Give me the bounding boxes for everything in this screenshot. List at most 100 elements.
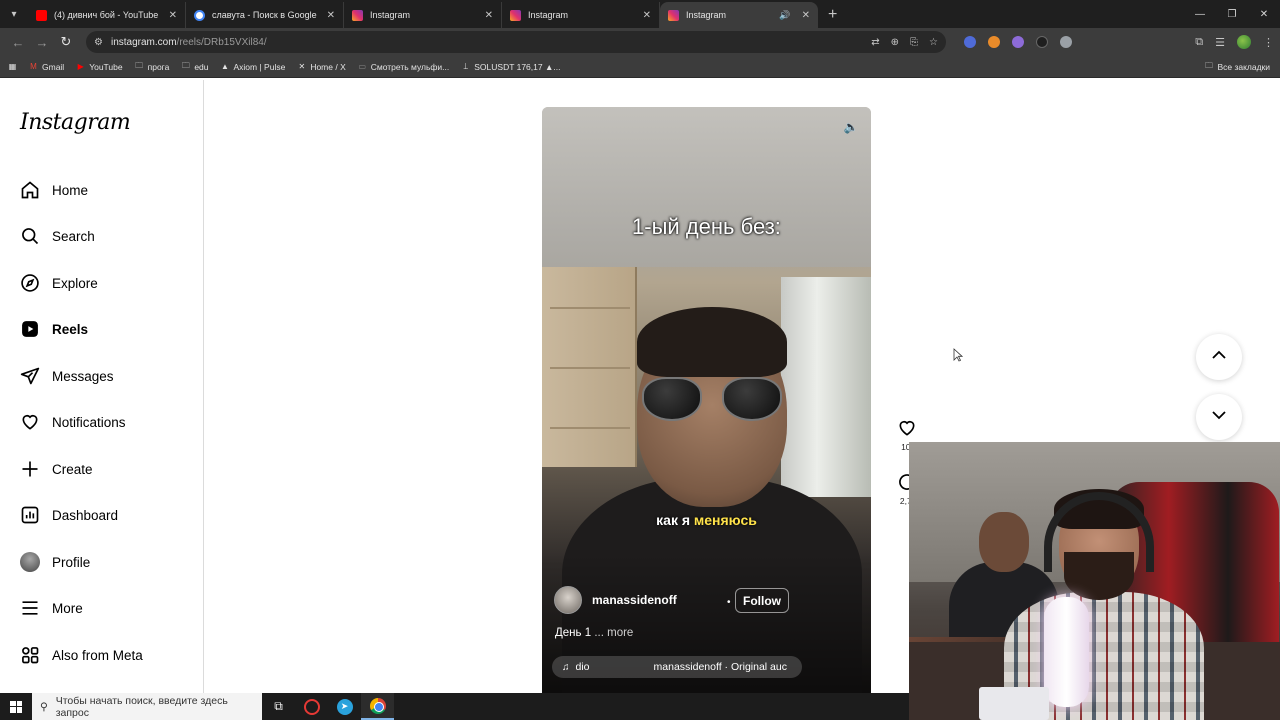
- x-icon: ✕: [298, 62, 306, 71]
- instagram-favicon-icon: [352, 9, 363, 21]
- start-button[interactable]: [0, 693, 32, 720]
- tab-close-icon[interactable]: ✕: [327, 10, 335, 21]
- youtube-favicon-icon: [36, 9, 47, 21]
- nav-create[interactable]: Create: [20, 457, 93, 481]
- extension-icon[interactable]: [988, 36, 1000, 48]
- reel-subtitle: как я меняюсь: [656, 512, 757, 528]
- chrome-taskbar-icon[interactable]: [361, 693, 394, 720]
- bookmarks-bar: ▦ M Gmail ▶ YouTube 🗀 прога 🗀 edu ▲ Axiom | P…: [0, 56, 1280, 78]
- all-bookmarks[interactable]: 🗀 Все закладки: [1204, 60, 1270, 72]
- nav-also-from-meta[interactable]: Also from Meta: [20, 643, 143, 667]
- browser-tab-active[interactable]: Instagram 🔊 ✕: [660, 2, 818, 28]
- task-view-icon[interactable]: ⧉: [262, 693, 295, 720]
- site-info-icon[interactable]: ⚙: [94, 37, 103, 48]
- nav-profile[interactable]: Profile: [20, 550, 90, 574]
- app-icon[interactable]: [295, 693, 328, 720]
- instagram-favicon-icon: [668, 9, 679, 21]
- next-reel-button[interactable]: [1196, 394, 1242, 440]
- reel-video[interactable]: 🔈 1-ый день без: как я меняюсь manasside…: [542, 107, 871, 693]
- restore-icon[interactable]: ❐: [1216, 0, 1248, 28]
- profile-avatar-icon[interactable]: [1237, 35, 1251, 49]
- browser-tab[interactable]: Instagram ✕: [502, 2, 660, 28]
- taskbar-search[interactable]: ⚲ Чтобы начать поиск, введите здесь запр…: [32, 693, 262, 720]
- webcam-overlay: [909, 442, 1280, 720]
- video-background: [542, 267, 637, 467]
- tab-close-icon[interactable]: ✕: [643, 10, 651, 21]
- extension-icon[interactable]: [1060, 36, 1072, 48]
- reading-list-icon[interactable]: ☰: [1215, 36, 1225, 49]
- bookmark-cartoons[interactable]: ▭ Смотреть мульфи...: [358, 62, 449, 72]
- telegram-icon[interactable]: ➤: [328, 693, 361, 720]
- nav-notifications[interactable]: Notifications: [20, 410, 126, 434]
- reload-icon[interactable]: ↻: [54, 34, 78, 50]
- bookmark-gmail[interactable]: M Gmail: [29, 62, 64, 72]
- apps-grid-icon[interactable]: ▦: [8, 62, 17, 71]
- previous-reel-button[interactable]: [1196, 334, 1242, 380]
- extension-icon[interactable]: [964, 36, 976, 48]
- nav-search[interactable]: Search: [20, 224, 95, 248]
- folder-icon: 🗀: [1204, 60, 1213, 70]
- audio-attribution[interactable]: ♫ dio manassidenoff · Original auc: [552, 656, 802, 678]
- extension-icon[interactable]: [1012, 36, 1024, 48]
- back-icon[interactable]: ←: [6, 35, 30, 50]
- tab-close-icon[interactable]: ✕: [802, 10, 810, 21]
- close-window-icon[interactable]: ✕: [1248, 0, 1280, 28]
- gmail-icon: M: [30, 62, 37, 71]
- extensions-puzzle-icon[interactable]: ⧉: [1195, 36, 1203, 49]
- tab-title: (4) дивнич бой - YouTube: [54, 10, 159, 20]
- author-username[interactable]: manassidenoff: [592, 593, 677, 607]
- author-avatar[interactable]: [554, 586, 582, 614]
- browser-tab[interactable]: Instagram ✕: [344, 2, 502, 28]
- separator-dot: •: [727, 597, 731, 608]
- heart-icon[interactable]: [897, 418, 917, 440]
- nav-explore[interactable]: Explore: [20, 271, 98, 295]
- install-app-icon[interactable]: ⎘: [910, 37, 918, 48]
- reel-overlay-title: 1-ый день без:: [632, 214, 781, 239]
- bookmark-axiom[interactable]: ▲ Axiom | Pulse: [221, 62, 285, 72]
- tab-title: славута - Поиск в Google: [212, 10, 317, 20]
- search-icon: [20, 226, 40, 246]
- browser-tab[interactable]: (4) дивнич бой - YouTube ✕: [28, 2, 186, 28]
- instagram-sidebar: Instagram Home Search Explore Reels Mess…: [0, 80, 204, 693]
- tab-search-icon[interactable]: ▾: [0, 0, 28, 28]
- tab-close-icon[interactable]: ✕: [169, 10, 177, 21]
- windows-taskbar: ⚲ Чтобы начать поиск, введите здесь запр…: [0, 693, 909, 720]
- translate-icon[interactable]: ⇄: [871, 37, 879, 48]
- bookmark-folder-edu[interactable]: 🗀 edu: [181, 60, 209, 72]
- tab-close-icon[interactable]: ✕: [485, 10, 493, 21]
- minimize-icon[interactable]: —: [1184, 0, 1216, 28]
- instagram-favicon-icon: [510, 9, 521, 21]
- chrome-menu-icon[interactable]: ⋮: [1263, 36, 1274, 49]
- new-tab-button[interactable]: +: [818, 2, 847, 28]
- reels-icon: [20, 319, 40, 339]
- nav-dashboard[interactable]: Dashboard: [20, 503, 118, 527]
- nav-messages[interactable]: Messages: [20, 364, 114, 388]
- extension-icon[interactable]: [1036, 36, 1048, 48]
- bookmark-star-icon[interactable]: ☆: [929, 37, 938, 48]
- tab-audio-icon[interactable]: 🔊: [779, 10, 790, 21]
- youtube-icon: ▶: [77, 62, 84, 71]
- forward-icon[interactable]: →: [30, 35, 54, 50]
- nav-home[interactable]: Home: [20, 178, 88, 202]
- video-background: [781, 277, 871, 497]
- folder-icon: 🗀: [181, 60, 190, 70]
- instagram-logo[interactable]: Instagram: [20, 110, 131, 135]
- video-person-hair: [637, 307, 787, 377]
- audio-toggle-icon[interactable]: 🔈: [843, 119, 859, 135]
- bookmark-solusdt[interactable]: ⟘ SOLUSDT 176,17 ▲...: [461, 62, 560, 72]
- bookmark-folder-proga[interactable]: 🗀 прога: [135, 61, 169, 72]
- bookmark-x[interactable]: ✕ Home / X: [297, 62, 345, 72]
- address-bar[interactable]: ⚙ instagram.com/reels/DRb15VXil84/ ⇄ ⊕ ⎘…: [86, 31, 946, 53]
- nav-reels[interactable]: Reels: [20, 317, 88, 341]
- nav-more[interactable]: More: [20, 596, 83, 620]
- zoom-icon[interactable]: ⊕: [891, 37, 899, 48]
- browser-tab[interactable]: славута - Поиск в Google ✕: [186, 2, 344, 28]
- chevron-down-icon: [1210, 406, 1228, 429]
- reel-author[interactable]: manassidenoff: [554, 586, 677, 614]
- follow-button[interactable]: Follow: [735, 588, 789, 613]
- plus-icon: [20, 459, 40, 479]
- more-link[interactable]: ... more: [594, 627, 633, 639]
- bookmark-youtube[interactable]: ▶ YouTube: [76, 62, 123, 72]
- video-person-sunglasses: [642, 377, 782, 425]
- windows-logo-icon: [10, 700, 22, 713]
